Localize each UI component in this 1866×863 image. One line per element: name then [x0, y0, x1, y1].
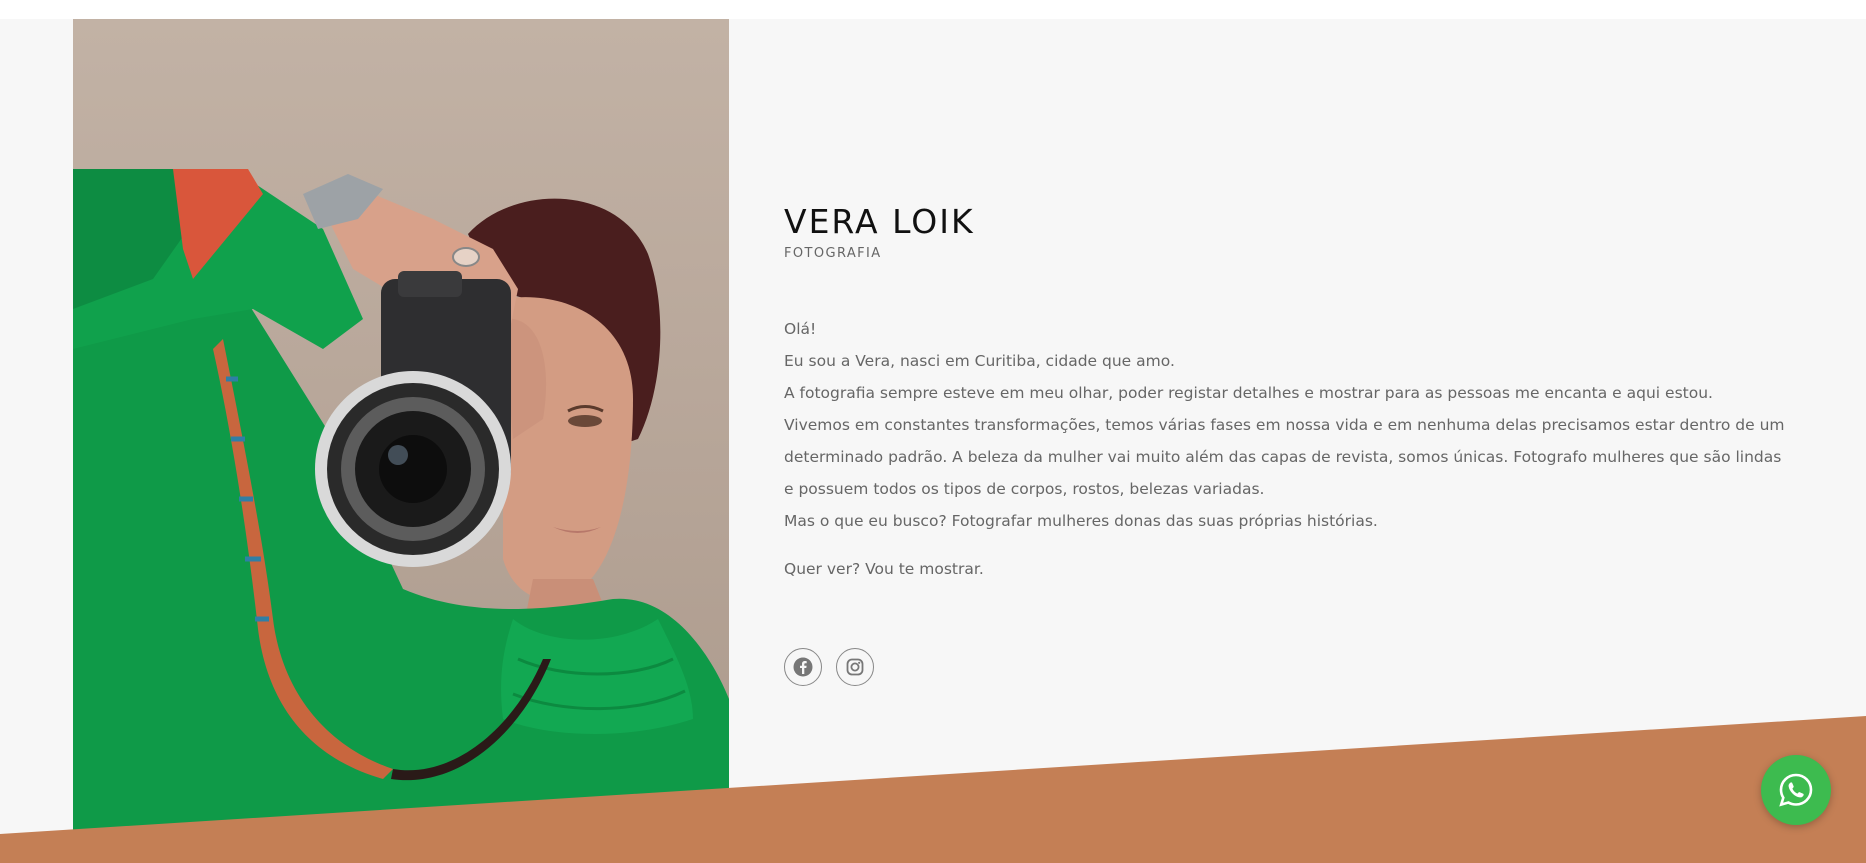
bio-greeting: Olá! — [784, 320, 817, 338]
page: VERA LOIK FOTOGRAFIA Olá! Eu sou a Vera,… — [0, 0, 1866, 863]
profile-photo — [73, 19, 729, 863]
bio-paragraph: Eu sou a Vera, nasci em Curitiba, cidade… — [784, 352, 1175, 370]
bio-cta: Quer ver? Vou te mostrar. — [784, 560, 984, 578]
about-section: VERA LOIK FOTOGRAFIA Olá! Eu sou a Vera,… — [0, 19, 1866, 863]
facebook-link[interactable] — [784, 648, 822, 686]
bio-paragraph: Vivemos em constantes transformações, te… — [784, 416, 1785, 498]
instagram-link[interactable] — [836, 648, 874, 686]
facebook-icon — [793, 657, 813, 677]
bio-text: Olá! Eu sou a Vera, nasci em Curitiba, c… — [784, 313, 1794, 585]
whatsapp-icon — [1779, 773, 1813, 807]
bio-paragraph: Mas o que eu busco? Fotografar mulheres … — [784, 512, 1378, 530]
instagram-icon — [846, 658, 864, 676]
profile-tagline: FOTOGRAFIA — [784, 246, 882, 261]
whatsapp-button[interactable] — [1761, 755, 1831, 825]
profile-name: VERA LOIK — [784, 202, 975, 241]
bio-paragraph: A fotografia sempre esteve em meu olhar,… — [784, 384, 1713, 402]
social-links — [784, 648, 874, 686]
